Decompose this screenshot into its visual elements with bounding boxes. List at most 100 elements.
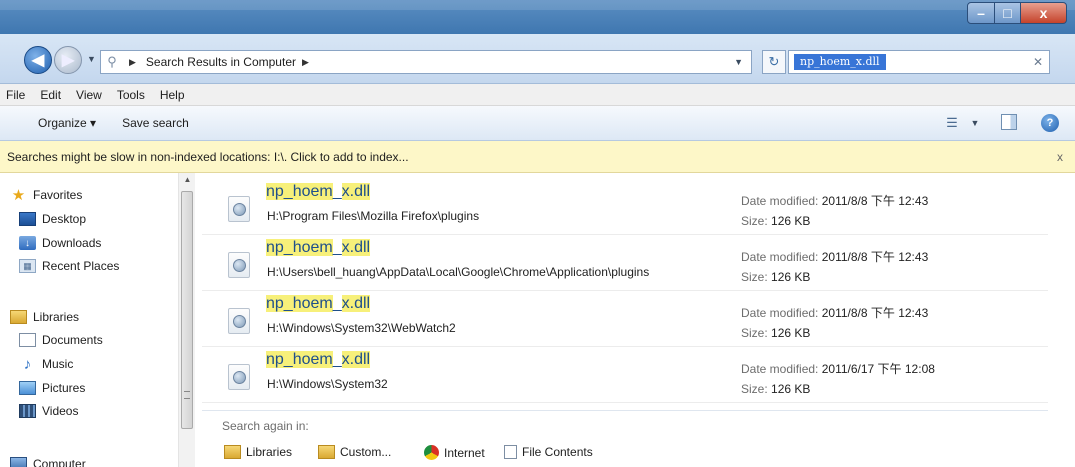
info-bar-message[interactable]: Searches might be slow in non-indexed lo… [7, 150, 409, 164]
size-value: 126 KB [771, 326, 811, 340]
menu-file[interactable]: File [6, 88, 25, 102]
nav-item-desktop[interactable]: Desktop [19, 209, 86, 229]
chrome-icon [424, 445, 439, 460]
close-button[interactable]: x [1021, 2, 1067, 24]
name-separator: _ [332, 351, 342, 368]
result-row[interactable]: np_hoem_x.dll H:\Users\bell_huang\AppDat… [202, 235, 1048, 291]
search-again-option-label: Libraries [246, 445, 293, 459]
views-icon[interactable]: ☰ [943, 114, 961, 132]
videos-icon [19, 404, 36, 418]
result-name[interactable]: np_hoem_x.dll [266, 239, 371, 257]
size-value: 126 KB [771, 382, 811, 396]
nav-item-videos[interactable]: Videos [19, 401, 78, 421]
address-dropdown-icon[interactable]: ▼ [734, 57, 743, 67]
nav-item-pictures[interactable]: Pictures [19, 378, 85, 398]
search-input[interactable]: np_hoem_x.dll ✕ [788, 50, 1050, 74]
search-again-libraries[interactable]: Libraries [224, 445, 292, 459]
nav-scrollbar[interactable]: ▲ [178, 173, 195, 467]
desktop-icon [19, 212, 36, 226]
search-again-label: Search again in: [222, 419, 309, 433]
result-row[interactable]: np_hoem_x.dll H:\Windows\System32\WebWat… [202, 291, 1048, 347]
result-name[interactable]: np_hoem_x.dll [266, 295, 371, 313]
search-results-pane: np_hoem_x.dll H:\Program Files\Mozilla F… [196, 173, 1075, 467]
result-name[interactable]: np_hoem_x.dll [266, 183, 371, 201]
nav-item-label: Documents [42, 333, 103, 347]
result-row[interactable]: np_hoem_x.dll H:\Program Files\Mozilla F… [202, 179, 1048, 235]
navigation-pane: ★ Favorites Desktop ↓ Downloads ▦ Recent… [0, 173, 195, 467]
forward-button[interactable]: ▶ [54, 46, 82, 74]
size-label: Size: [741, 270, 768, 284]
nav-favorites[interactable]: ★ Favorites [10, 185, 83, 205]
result-name[interactable]: np_hoem_x.dll [266, 351, 371, 369]
save-search-button[interactable]: Save search [122, 116, 189, 130]
preview-pane-icon[interactable] [1001, 114, 1017, 130]
breadcrumb-arrow-icon[interactable]: ▶ [129, 57, 136, 68]
back-arrow-icon: ◀ [31, 52, 45, 69]
modified-label: Date modified: [741, 306, 819, 320]
address-row: ◀ ▶ ▼ ⚲ ▶ Search Results in Computer ▶ ▼… [0, 34, 1075, 84]
file-contents-icon [504, 445, 517, 459]
nav-item-downloads[interactable]: ↓ Downloads [19, 233, 101, 253]
search-again-file-contents[interactable]: File Contents [504, 445, 593, 459]
modified-value: 2011/8/8 下午 12:43 [821, 194, 929, 208]
result-path: H:\Users\bell_huang\AppData\Local\Google… [267, 265, 650, 279]
index-info-bar[interactable]: Searches might be slow in non-indexed lo… [0, 141, 1075, 173]
menu-tools[interactable]: Tools [117, 88, 145, 102]
result-path: H:\Windows\System32 [267, 377, 388, 391]
search-again-custom[interactable]: Custom... [318, 445, 391, 459]
result-meta: Date modified: 2011/6/17 下午 12:08 Size: … [741, 359, 935, 399]
size-label: Size: [741, 382, 768, 396]
search-again-option-label: File Contents [522, 445, 593, 459]
name-highlight: x.dll [341, 183, 371, 200]
result-path: H:\Program Files\Mozilla Firefox\plugins [267, 209, 480, 223]
size-label: Size: [741, 326, 768, 340]
search-again-option-label: Custom... [340, 445, 392, 459]
title-bar-glow [0, 0, 1075, 10]
organize-button[interactable]: Organize ▾ [38, 116, 96, 130]
computer-icon [10, 457, 27, 467]
breadcrumb-arrow-icon[interactable]: ▶ [302, 57, 309, 68]
name-highlight: x.dll [341, 351, 371, 368]
menu-help[interactable]: Help [160, 88, 185, 102]
address-bar[interactable]: ⚲ ▶ Search Results in Computer ▶ ▼ [100, 50, 752, 74]
name-highlight: np_hoem [266, 183, 333, 200]
scroll-up-icon[interactable]: ▲ [179, 175, 196, 184]
result-meta: Date modified: 2011/8/8 下午 12:43 Size: 1… [741, 247, 928, 287]
recent-pages-dropdown-icon[interactable]: ▼ [87, 54, 96, 64]
favorites-star-icon: ★ [11, 187, 26, 204]
dll-file-icon [228, 196, 250, 222]
back-button[interactable]: ◀ [24, 46, 52, 74]
name-highlight: np_hoem [266, 351, 333, 368]
refresh-button[interactable]: ↻ [762, 50, 786, 74]
views-dropdown-icon[interactable]: ▼ [970, 114, 980, 132]
help-icon[interactable]: ? [1041, 114, 1059, 132]
modified-label: Date modified: [741, 250, 819, 264]
result-row[interactable]: np_hoem_x.dll H:\Windows\System32 Date m… [202, 347, 1048, 403]
nav-item-label: Music [42, 357, 74, 371]
menu-view[interactable]: View [76, 88, 102, 102]
search-again-internet[interactable]: Internet [424, 445, 485, 460]
music-icon: ♪ [23, 355, 32, 373]
nav-computer[interactable]: Computer [10, 454, 86, 467]
minimize-button[interactable]: – [967, 2, 995, 24]
nav-libraries[interactable]: Libraries [10, 307, 79, 327]
menu-edit[interactable]: Edit [40, 88, 61, 102]
search-input-value[interactable]: np_hoem_x.dll [794, 54, 886, 70]
nav-item-music[interactable]: ♪ Music [19, 354, 74, 374]
search-again-panel: Search again in: Libraries Custom... Int… [202, 410, 1048, 467]
breadcrumb-search-results[interactable]: Search Results in Computer [146, 55, 296, 69]
dll-file-icon [228, 364, 250, 390]
result-path: H:\Windows\System32\WebWatch2 [267, 321, 456, 335]
result-meta: Date modified: 2011/8/8 下午 12:43 Size: 1… [741, 191, 928, 231]
modified-value: 2011/8/8 下午 12:43 [821, 250, 929, 264]
info-bar-close-icon[interactable]: x [1057, 150, 1063, 164]
clear-search-icon[interactable]: ✕ [1033, 55, 1043, 69]
nav-item-recent-places[interactable]: ▦ Recent Places [19, 256, 119, 276]
name-highlight: x.dll [341, 295, 371, 312]
dll-file-icon [228, 252, 250, 278]
nav-item-documents[interactable]: Documents [19, 330, 103, 350]
size-label: Size: [741, 214, 768, 228]
modified-value: 2011/6/17 下午 12:08 [821, 362, 935, 376]
name-separator: _ [332, 295, 342, 312]
maximize-button[interactable]: □ [995, 2, 1021, 24]
